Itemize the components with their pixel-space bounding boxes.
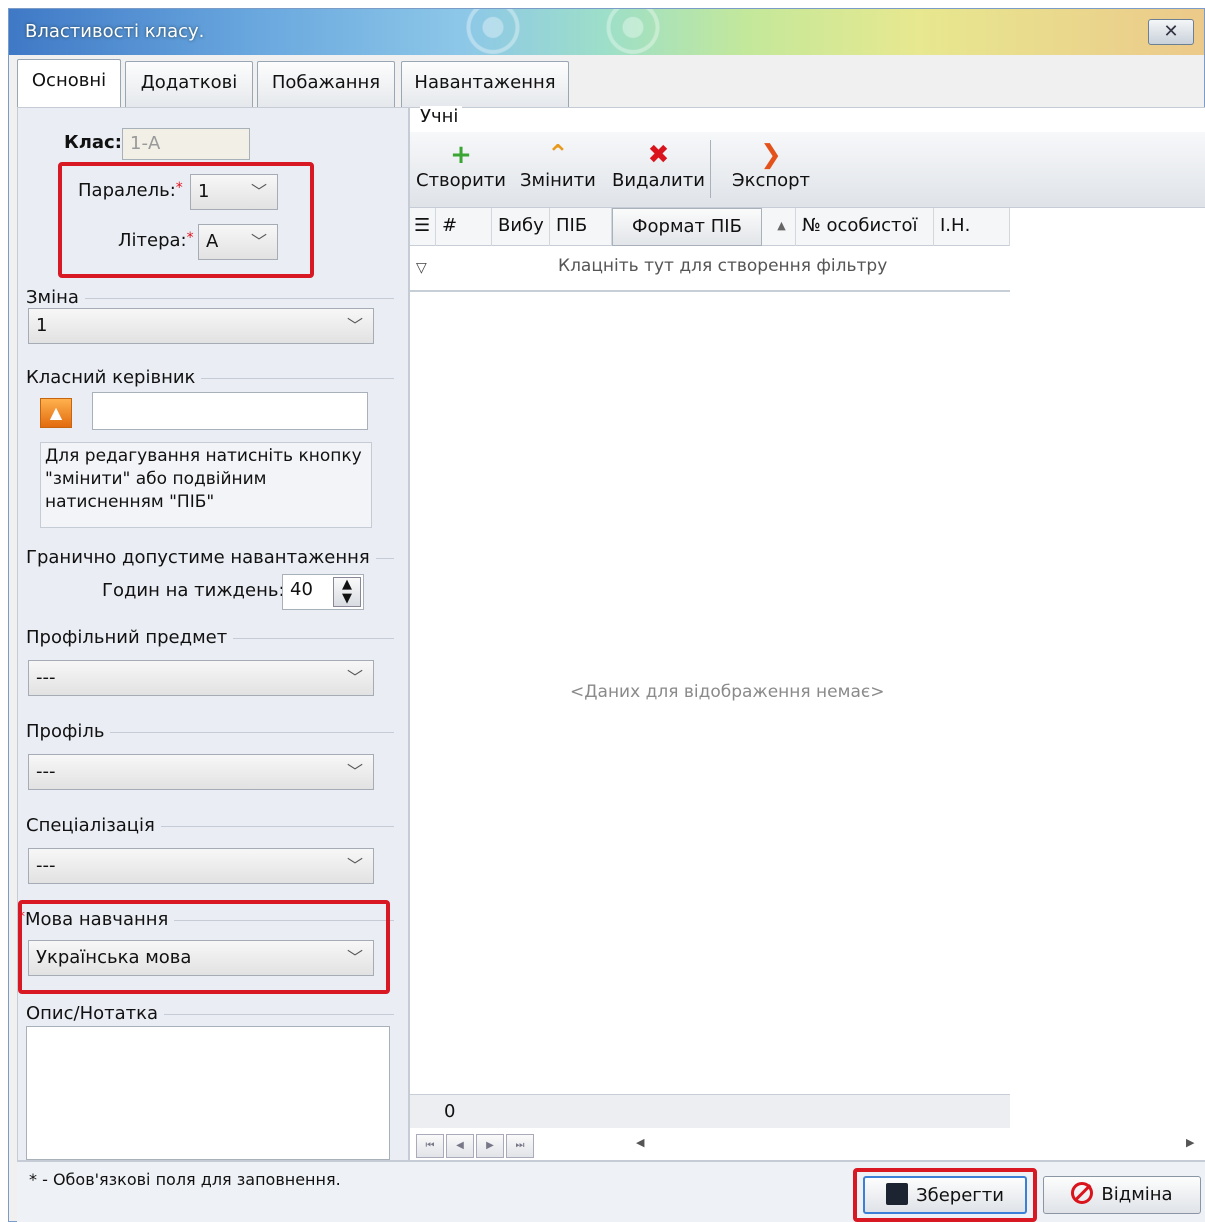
max-load-group: Гранично допустиме навантаження xyxy=(26,547,394,568)
dialog-footer: * - Обов'язкові поля для заповнення. Збе… xyxy=(17,1161,1205,1222)
required-fields-note: * - Обов'язкові поля для заповнення. xyxy=(29,1170,341,1189)
highlight-frame xyxy=(18,900,390,994)
spinner-icon[interactable]: ▲ ▼ xyxy=(333,577,361,607)
profile-title: Профіль xyxy=(26,721,111,742)
specialization-group: Спеціалізація xyxy=(26,815,394,836)
sort-asc-icon[interactable]: ▲ xyxy=(762,208,796,246)
shift-title: Зміна xyxy=(26,287,85,308)
scroll-left-icon[interactable]: ◀ xyxy=(636,1136,644,1149)
max-load-title: Гранично допустиме навантаження xyxy=(26,547,376,568)
basic-properties-panel: Клас: 1-А Паралель:* 1 ﹀ Літера:* А ﹀ Змін… xyxy=(17,107,409,1161)
note-group: Опис/Нотатка xyxy=(26,1003,394,1024)
plus-icon: + xyxy=(450,140,472,170)
window-title: Властивості класу. xyxy=(25,21,205,42)
caret-up-icon: ⌃ xyxy=(546,140,569,170)
column-number[interactable]: # xyxy=(436,208,492,246)
filter-icon: ▽ xyxy=(416,260,427,276)
tab-basic[interactable]: Основні xyxy=(17,59,121,107)
note-title: Опис/Нотатка xyxy=(26,1003,165,1024)
toolbar-separator xyxy=(710,140,711,198)
class-properties-dialog: Властивості класу. ✕ Основні Додаткові П… xyxy=(8,8,1205,1222)
delete-button[interactable]: ✖ Видалити xyxy=(612,140,705,191)
rows-count: 0 xyxy=(444,1101,456,1122)
chevron-down-icon: ﹀ xyxy=(346,762,363,781)
shift-select[interactable]: 1 ﹀ xyxy=(28,308,374,344)
floppy-disk-icon xyxy=(886,1183,909,1205)
shift-group: Зміна xyxy=(26,287,394,308)
next-record-icon[interactable]: ▶ xyxy=(476,1134,504,1158)
class-label: Клас: xyxy=(64,132,122,153)
teacher-input[interactable] xyxy=(92,392,368,430)
first-record-icon[interactable]: ⏮ xyxy=(416,1134,444,1158)
students-title: Учні xyxy=(420,106,463,127)
profile-subject-select[interactable]: --- ﹀ xyxy=(28,660,374,696)
close-icon: ✕ xyxy=(1163,21,1179,42)
column-selected[interactable]: Вибу xyxy=(492,208,550,246)
empty-grid-message: <Даних для відображення немає> xyxy=(570,682,885,702)
title-decoration xyxy=(569,9,729,55)
column-personal-file[interactable]: № особистої xyxy=(796,208,934,246)
edit-button[interactable]: ⌃ Змінити xyxy=(520,140,596,191)
create-button[interactable]: + Створити xyxy=(416,140,506,191)
tab-wishes[interactable]: Побажання xyxy=(257,61,395,107)
save-button[interactable]: Зберегти xyxy=(863,1176,1027,1214)
delete-icon: ✖ xyxy=(647,140,670,170)
column-tax-id[interactable]: І.Н. xyxy=(934,208,1010,246)
note-textarea[interactable] xyxy=(26,1026,390,1160)
hours-per-week-label: Годин на тиждень: xyxy=(102,580,285,601)
teacher-hint: Для редагування натисніть кнопку "змінит… xyxy=(40,442,372,528)
title-decoration xyxy=(429,9,589,55)
class-teacher-group: Класний керівник xyxy=(26,367,394,388)
chevron-down-icon: ﹀ xyxy=(346,316,363,335)
class-teacher-title: Класний керівник xyxy=(26,367,202,388)
cancel-button[interactable]: Відміна xyxy=(1043,1176,1201,1214)
no-entry-icon xyxy=(1071,1182,1094,1204)
export-button[interactable]: ❯ Экспорт xyxy=(732,140,810,191)
profile-group: Профіль xyxy=(26,721,394,742)
close-button[interactable]: ✕ xyxy=(1148,19,1194,45)
tab-additional[interactable]: Додаткові xyxy=(125,61,253,107)
grid-footer: 0 xyxy=(410,1094,1010,1128)
class-field: 1-А xyxy=(122,128,250,160)
tab-bar: Основні Додаткові Побажання Навантаження xyxy=(15,55,1205,107)
specialization-title: Спеціалізація xyxy=(26,815,161,836)
tab-load[interactable]: Навантаження xyxy=(401,61,569,107)
highlight-frame xyxy=(58,162,314,278)
title-bar: Властивості класу. ✕ xyxy=(9,9,1204,55)
profile-subject-title: Профільний предмет xyxy=(26,627,234,648)
filter-hint: Клацніть тут для створення фільтру xyxy=(558,256,888,276)
hours-per-week-input[interactable]: 40 ▲ ▼ xyxy=(282,574,364,610)
last-record-icon[interactable]: ⏭ xyxy=(506,1134,534,1158)
name-format-button[interactable]: Формат ПІБ xyxy=(612,208,762,246)
column-chooser-icon[interactable]: ☰ xyxy=(410,208,436,246)
caret-up-icon: ▲ xyxy=(49,403,63,422)
export-icon: ❯ xyxy=(760,140,782,170)
students-toolbar: + Створити ⌃ Змінити ✖ Видалити ❯ Экспорт xyxy=(410,132,1205,208)
chevron-down-icon: ﹀ xyxy=(346,856,363,875)
specialization-select[interactable]: --- ﹀ xyxy=(28,848,374,884)
prev-record-icon[interactable]: ◀ xyxy=(446,1134,474,1158)
profile-select[interactable]: --- ﹀ xyxy=(28,754,374,790)
scroll-right-icon[interactable]: ▶ xyxy=(1186,1136,1194,1149)
filter-row[interactable]: ▽ Клацніть тут для створення фільтру xyxy=(410,246,1010,292)
students-grid-header: ☰ # Вибу ПІБ Формат ПІБ ▲ № особистої І.… xyxy=(410,208,1010,246)
profile-subject-group: Профільний предмет xyxy=(26,627,394,648)
chevron-down-icon: ﹀ xyxy=(346,668,363,687)
students-panel: Учні + Створити ⌃ Змінити ✖ Видалити ❯ Экспо… xyxy=(409,106,1205,1161)
column-name[interactable]: ПІБ xyxy=(550,208,612,246)
select-teacher-button[interactable]: ▲ xyxy=(40,398,72,428)
